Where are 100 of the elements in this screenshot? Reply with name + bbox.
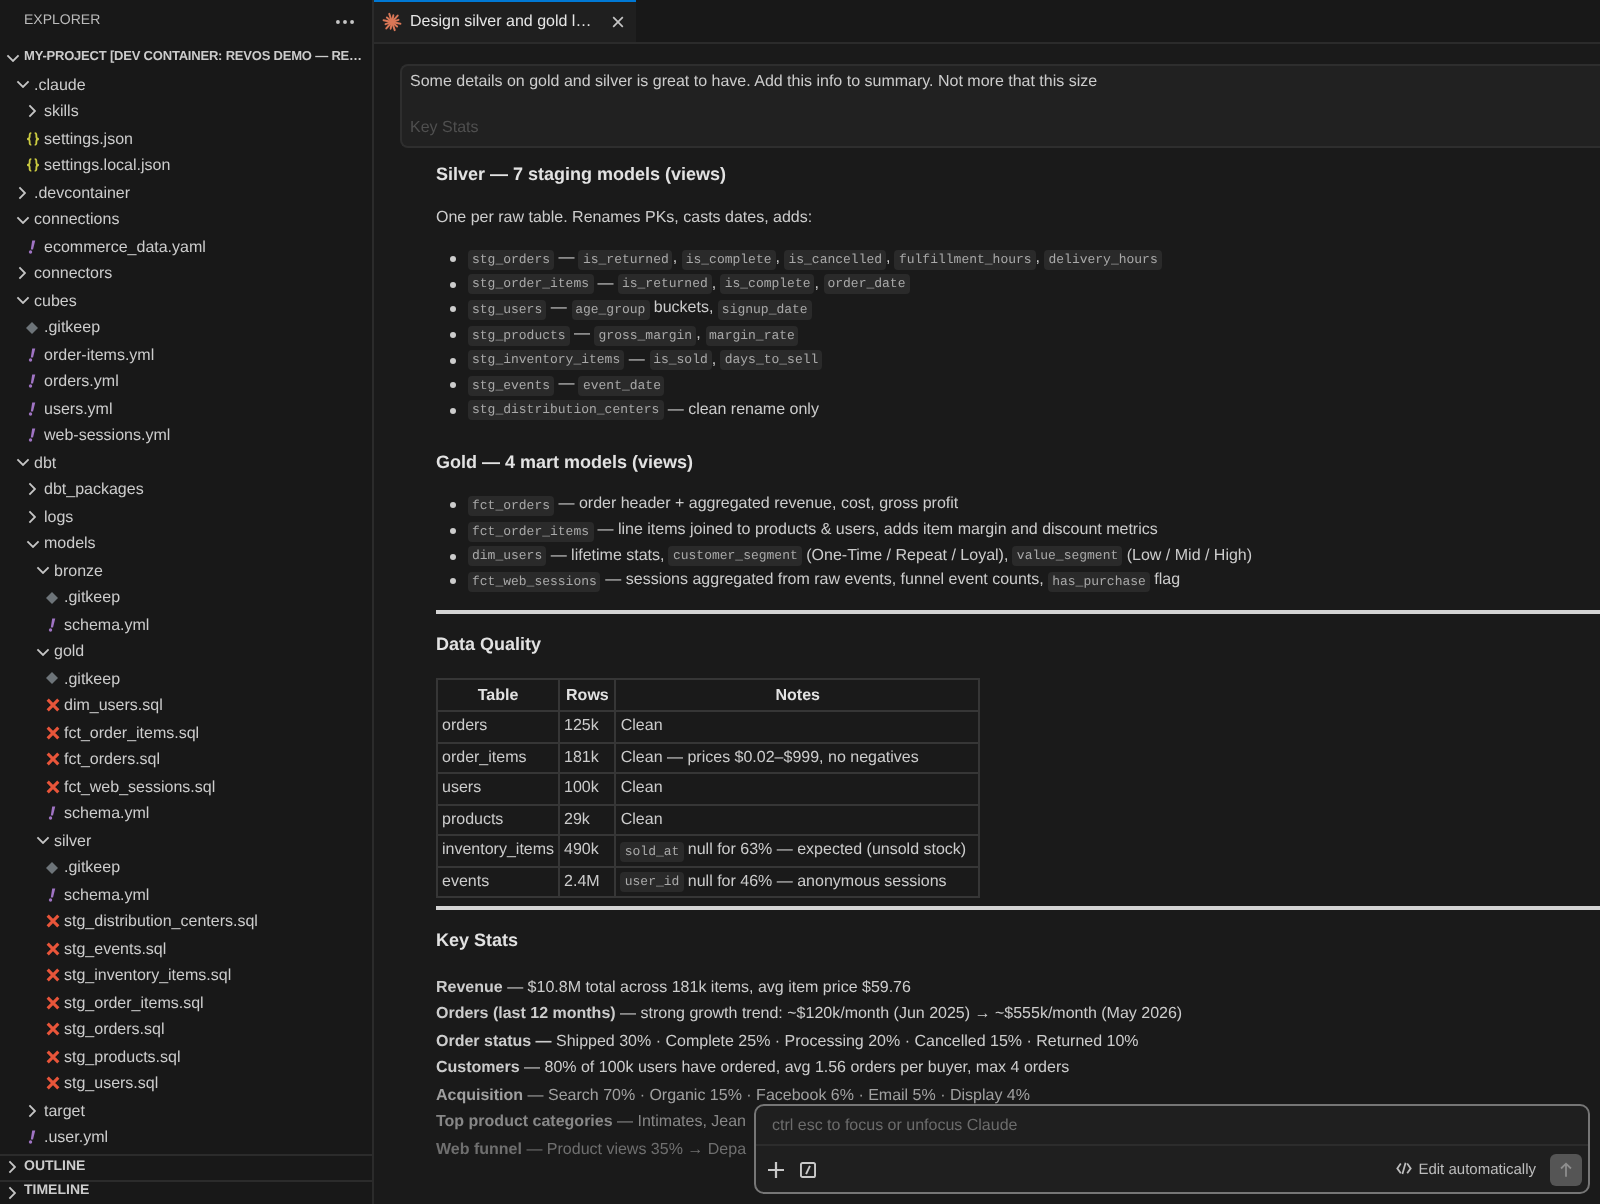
file-item[interactable]: schema.yml	[0, 800, 372, 827]
table-cell: Clean — prices $0.02–$999, no negatives	[615, 742, 980, 774]
cross-icon	[45, 752, 59, 767]
bullet-icon	[450, 578, 456, 585]
table-cell: events	[437, 866, 560, 898]
table-cell: products	[437, 804, 560, 836]
cross-icon	[45, 1022, 59, 1037]
file-item[interactable]: fct_order_items.sql	[0, 719, 372, 746]
message-text: Some details on gold and silver is great to have. Add this info to summary. Not more that this size	[410, 70, 1098, 94]
file-item[interactable]: schema.yml	[0, 611, 372, 638]
table-cell: 29k	[559, 804, 616, 836]
section-heading: Data Quality	[436, 632, 542, 659]
arrow-up-icon	[1560, 1161, 1572, 1177]
file-item[interactable]: web-sessions.yml	[0, 422, 372, 449]
folder-item[interactable]: gold	[0, 638, 372, 665]
folder-item[interactable]: .devcontainer	[0, 179, 372, 206]
plus-icon[interactable]	[768, 1161, 784, 1177]
file-item[interactable]: .gitkeep	[0, 854, 372, 881]
exclamation-icon	[27, 428, 37, 443]
file-item[interactable]: stg_order_items.sql	[0, 989, 372, 1016]
stat-line: Acquisition — Search 70% · Organic 15% · Facebook 6% · Email 5% · Display 4%	[436, 1083, 1030, 1108]
stat-line: Order status — Shipped 30% · Complete 25% · Processing 20% · Cancelled 15% · Returned 10%	[436, 1029, 1139, 1054]
table-cell: inventory_items	[437, 835, 560, 867]
file-item[interactable]: users.yml	[0, 395, 372, 422]
bullet-icon	[450, 281, 456, 288]
folder-item[interactable]: connectors	[0, 260, 372, 287]
file-item[interactable]: orders.yml	[0, 368, 372, 395]
cross-icon	[45, 1076, 59, 1091]
folder-item[interactable]: skills	[0, 98, 372, 125]
stat-line: Orders (last 12 months) — strong growth trend: ~$120k/month (Jun 2025) → ~$555k/month (May 2026)	[436, 1002, 1183, 1027]
folder-item[interactable]: connections	[0, 206, 372, 233]
cross-icon	[45, 914, 59, 929]
file-item[interactable]: .gitkeep	[0, 665, 372, 692]
folder-item[interactable]: dbt_packages	[0, 476, 372, 503]
folder-item[interactable]: models	[0, 530, 372, 557]
table-cell: Clean	[615, 804, 980, 836]
folder-item[interactable]: cubes	[0, 287, 372, 314]
paragraph-text: One per raw table. Renames PKs, casts dates, adds:	[436, 206, 813, 230]
file-item[interactable]: .user.yml	[0, 1124, 372, 1151]
stat-line: Revenue — $10.8M total across 181k items, avg item price $59.76	[436, 975, 911, 1000]
file-item[interactable]: settings.local.json	[0, 152, 372, 179]
file-item[interactable]: stg_events.sql	[0, 935, 372, 962]
bullet-icon	[450, 528, 456, 535]
cross-icon	[45, 725, 59, 740]
table-cell: 2.4M	[559, 866, 616, 898]
file-item[interactable]: order-items.yml	[0, 341, 372, 368]
folder-item[interactable]: dbt	[0, 449, 372, 476]
braces-icon	[25, 131, 39, 146]
cross-icon	[45, 698, 59, 713]
folder-item[interactable]: logs	[0, 503, 372, 530]
bullet-icon	[450, 382, 456, 389]
table-cell: users	[437, 773, 560, 805]
code-icon	[1396, 1162, 1413, 1176]
diamond-icon	[46, 861, 58, 874]
close-icon[interactable]	[612, 16, 624, 28]
section-heading: Silver — 7 staging models (views)	[436, 161, 727, 187]
bullet-icon	[450, 357, 456, 364]
file-item[interactable]: schema.yml	[0, 881, 372, 908]
stat-line: Customers — 80% of 100k users have ordered, avg 1.56 orders per buyer, max 4 orders	[436, 1056, 1070, 1081]
tab-title: Design silver and gold l…	[410, 10, 594, 34]
cross-icon	[45, 968, 59, 983]
file-item[interactable]: stg_products.sql	[0, 1043, 372, 1070]
file-item[interactable]: fct_web_sessions.sql	[0, 773, 372, 800]
exclamation-icon	[27, 401, 37, 416]
section-heading: Gold — 4 mart models (views)	[436, 449, 694, 476]
table-cell: Clean	[615, 773, 980, 805]
folder-item[interactable]: silver	[0, 827, 372, 854]
exclamation-icon	[47, 617, 57, 632]
stat-line: Web funnel — Product views 35% → Depa	[436, 1137, 747, 1162]
file-item[interactable]: stg_users.sql	[0, 1070, 372, 1097]
slash-square-icon[interactable]	[800, 1161, 816, 1177]
stat-line: Top product categories — Intimates, Jean	[436, 1110, 747, 1135]
cross-icon	[45, 941, 59, 956]
bullet-icon	[450, 306, 456, 313]
file-item[interactable]: .gitkeep	[0, 584, 372, 611]
file-item[interactable]: stg_inventory_items.sql	[0, 962, 372, 989]
file-item[interactable]: stg_distribution_centers.sql	[0, 908, 372, 935]
diamond-icon	[26, 321, 38, 334]
bullet-icon	[450, 332, 456, 339]
file-item[interactable]: ecommerce_data.yaml	[0, 233, 372, 260]
editor-tab[interactable]: Design silver and gold l…	[374, 0, 636, 42]
file-item[interactable]: dim_users.sql	[0, 692, 372, 719]
file-item[interactable]: fct_orders.sql	[0, 746, 372, 773]
message-input[interactable]: ctrl esc to focus or unfocus Claude	[756, 1106, 1588, 1146]
folder-item[interactable]: target	[0, 1097, 372, 1124]
table-cell: order_items	[437, 742, 560, 774]
table-cell: 100k	[559, 773, 616, 805]
table-cell: 490k	[559, 835, 616, 867]
column-header: Rows	[559, 679, 616, 712]
diamond-icon	[46, 672, 58, 685]
diamond-icon	[46, 591, 58, 604]
table-cell: 125k	[559, 711, 616, 743]
folder-item[interactable]: bronze	[0, 557, 372, 584]
file-item[interactable]: stg_orders.sql	[0, 1016, 372, 1043]
file-item[interactable]: settings.json	[0, 125, 372, 152]
file-item[interactable]: .gitkeep	[0, 314, 372, 341]
table-cell: orders	[437, 711, 560, 743]
table-cell: 181k	[559, 742, 616, 774]
folder-item[interactable]: .claude	[0, 71, 372, 98]
exclamation-icon	[47, 806, 57, 821]
